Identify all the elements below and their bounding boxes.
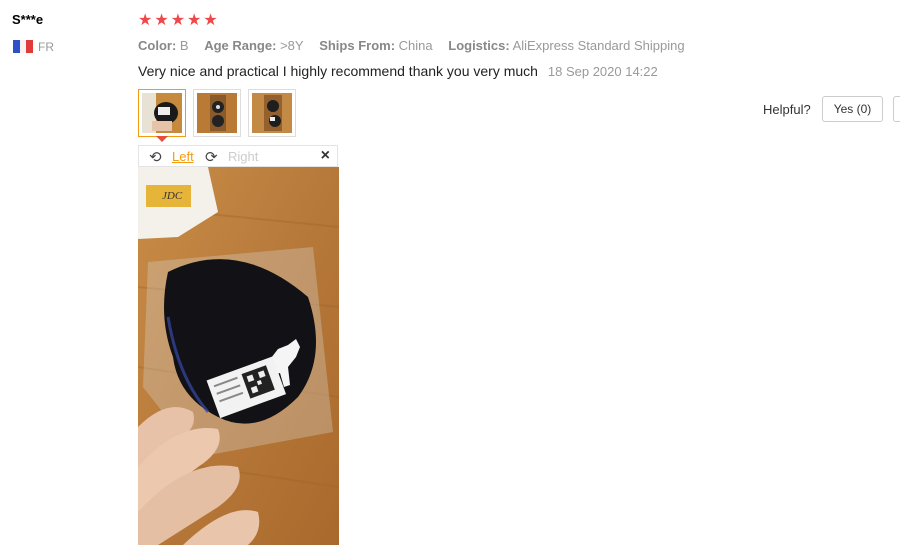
svg-text:JDC: JDC (162, 190, 183, 202)
rotate-right-button[interactable]: Right (228, 149, 258, 164)
star-icon: ★ (203, 12, 218, 29)
attr-ships-from: Ships From: China (319, 38, 433, 53)
star-icon: ★ (138, 12, 153, 29)
attr-color: Color: B (138, 38, 189, 53)
review-body: Very nice and practical I highly recomme… (138, 63, 658, 79)
close-icon[interactable]: × (321, 147, 330, 165)
attr-logistics: Logistics: AliExpress Standard Shipping (448, 38, 685, 53)
helpful-yes-button[interactable]: Yes (0) (822, 96, 883, 122)
star-icon: ★ (154, 12, 169, 29)
rotate-left-button[interactable]: Left (172, 149, 194, 164)
review-thumbnail[interactable] (248, 89, 296, 137)
thumbnail-image (197, 93, 237, 133)
rotate-left-icon[interactable]: ⟲ (149, 148, 162, 166)
reviewer-name: S***e (12, 12, 44, 27)
thumbnail-image (252, 93, 292, 133)
review-text: Very nice and practical I highly recomme… (138, 63, 538, 79)
france-flag-icon (13, 40, 34, 53)
review-thumbnail[interactable] (193, 89, 241, 137)
product-photo-image: JDC (138, 167, 339, 545)
review-photo: JDC (138, 167, 339, 545)
thumbnail-image (142, 93, 182, 133)
star-rating: ★ ★ ★ ★ ★ (138, 13, 218, 29)
review-thumbnail[interactable] (138, 89, 186, 137)
reviewer-country: FR (38, 40, 54, 54)
helpful-no-button[interactable] (893, 96, 900, 122)
attr-age-range: Age Range: >8Y (204, 38, 304, 53)
active-thumbnail-pointer (156, 136, 168, 142)
rotate-right-icon[interactable]: ⟳ (205, 148, 218, 166)
image-viewer-toolbar: ⟲ Left ⟳ Right × (138, 145, 338, 167)
order-attributes: Color: B Age Range: >8Y Ships From: Chin… (138, 38, 697, 53)
review-date: 18 Sep 2020 14:22 (547, 64, 658, 79)
star-icon: ★ (187, 12, 202, 29)
star-icon: ★ (170, 12, 186, 29)
helpful-label: Helpful? (763, 102, 811, 117)
